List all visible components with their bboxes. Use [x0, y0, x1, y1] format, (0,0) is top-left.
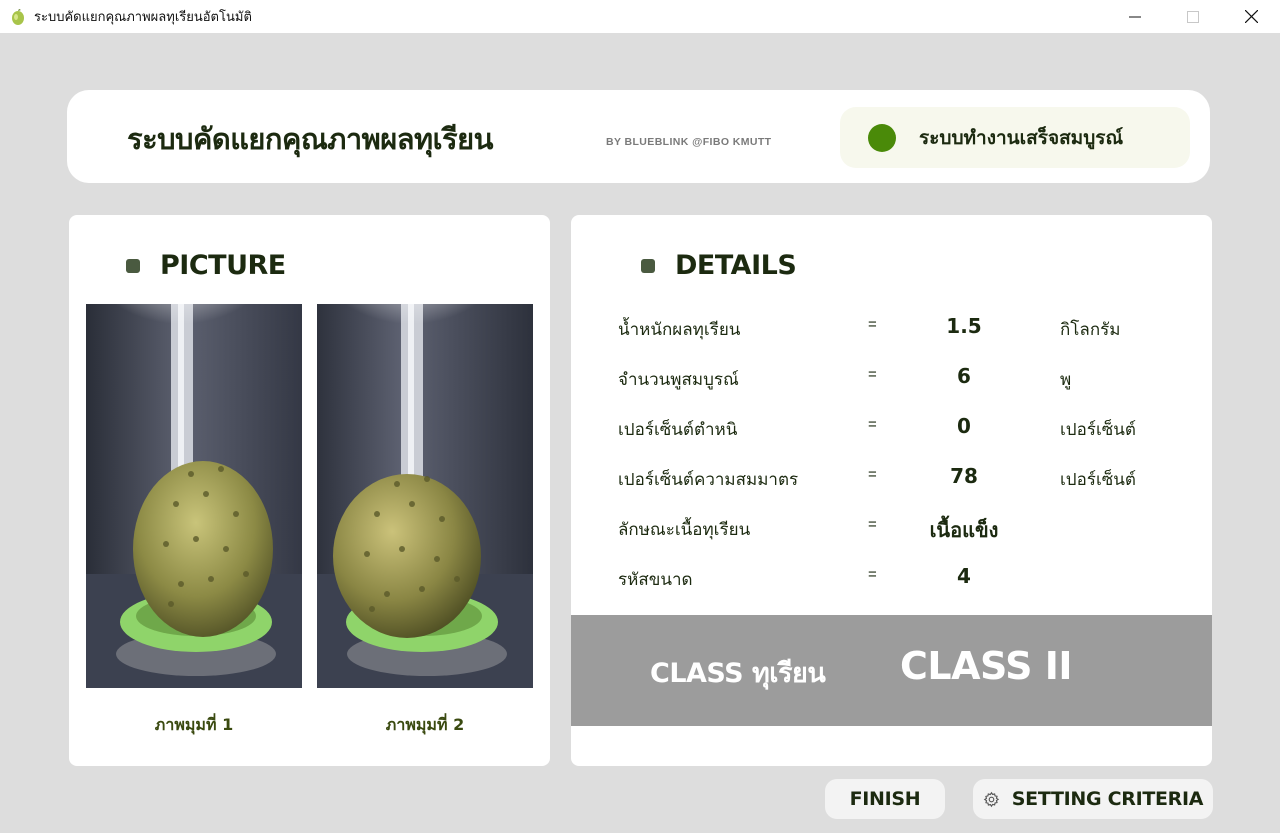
detail-equals: = [868, 566, 877, 583]
close-icon [1244, 10, 1258, 23]
close-button[interactable] [1222, 0, 1280, 33]
picture-title: PICTURE [160, 250, 286, 281]
picture-heading: PICTURE [126, 250, 286, 281]
minimize-button[interactable] [1106, 0, 1164, 33]
detail-label: จำนวนพูสมบูรณ์ [618, 370, 739, 390]
header-card: ระบบคัดแยกคุณภาพผลทุเรียน BY BLUEBLINK @… [67, 90, 1210, 183]
maximize-button[interactable] [1164, 0, 1222, 33]
finish-button-label: FINISH [849, 788, 921, 810]
detail-label: รหัสขนาด [618, 570, 693, 590]
class-result-bar: CLASS ทุเรียน CLASS II [571, 615, 1212, 726]
detail-value: 78 [950, 464, 978, 488]
detail-value: 0 [957, 414, 971, 438]
window-titlebar: ระบบคัดแยกคุณภาพผลทุเรียนอัตโนมัติ [0, 0, 1280, 33]
details-title: DETAILS [675, 250, 797, 281]
byline: BY BLUEBLINK @FIBO KMUTT [606, 136, 772, 148]
status-indicator: ระบบทำงานเสร็จสมบูรณ์ [840, 107, 1190, 168]
setting-criteria-button[interactable]: SETTING CRITERIA [973, 779, 1213, 819]
durian-photo-2 [317, 304, 533, 688]
minimize-icon [1129, 16, 1141, 17]
detail-value: 4 [957, 564, 971, 588]
section-bullet-icon [641, 258, 655, 273]
detail-equals: = [868, 366, 877, 383]
detail-row-defect: เปอร์เซ็นต์ตำหนิ = 0 เปอร์เซ็นต์ [571, 414, 1212, 444]
detail-equals: = [868, 316, 877, 333]
detail-unit: พู [1060, 370, 1072, 390]
durian-photo-1 [86, 304, 302, 688]
detail-equals: = [868, 416, 877, 433]
detail-unit: เปอร์เซ็นต์ [1060, 420, 1136, 440]
durian-app-icon [12, 8, 24, 25]
detail-value: 1.5 [946, 314, 982, 338]
status-text: ระบบทำงานเสร็จสมบูรณ์ [919, 126, 1124, 149]
detail-row-segments: จำนวนพูสมบูรณ์ = 6 พู [571, 364, 1212, 394]
class-label: CLASS ทุเรียน [650, 658, 826, 689]
setting-criteria-label: SETTING CRITERIA [1011, 788, 1204, 810]
detail-equals: = [868, 466, 877, 483]
detail-label: น้ำหนักผลทุเรียน [618, 320, 741, 340]
detail-label: เปอร์เซ็นต์ความสมมาตร [618, 470, 799, 490]
picture-panel: PICTURE ภาพมุมที่ 1 ภาพมุมที่ 2 [69, 215, 550, 766]
detail-row-size-code: รหัสขนาด = 4 [571, 564, 1212, 594]
detail-equals: = [868, 516, 877, 533]
details-panel: DETAILS น้ำหนักผลทุเรียน = 1.5 กิโลกรัม … [571, 215, 1212, 766]
class-value: CLASS II [900, 644, 1073, 688]
detail-value: เนื้อแข็ง [929, 518, 999, 542]
detail-value: 6 [957, 364, 971, 388]
section-bullet-icon [126, 258, 140, 273]
photo-caption-1: ภาพมุมที่ 1 [154, 715, 234, 734]
detail-row-weight: น้ำหนักผลทุเรียน = 1.5 กิโลกรัม [571, 314, 1212, 344]
detail-row-texture: ลักษณะเนื้อทุเรียน = เนื้อแข็ง [571, 514, 1212, 544]
finish-button[interactable]: FINISH [825, 779, 945, 819]
status-dot [868, 123, 896, 152]
gear-icon [983, 791, 1000, 808]
detail-unit: กิโลกรัม [1060, 320, 1121, 340]
page-title: ระบบคัดแยกคุณภาพผลทุเรียน [127, 122, 493, 156]
detail-label: ลักษณะเนื้อทุเรียน [618, 520, 751, 540]
detail-label: เปอร์เซ็นต์ตำหนิ [618, 420, 738, 440]
detail-unit: เปอร์เซ็นต์ [1060, 470, 1136, 490]
maximize-icon [1187, 10, 1199, 23]
window-title: ระบบคัดแยกคุณภาพผลทุเรียนอัตโนมัติ [34, 10, 252, 25]
details-heading: DETAILS [641, 250, 797, 281]
detail-row-symmetry: เปอร์เซ็นต์ความสมมาตร = 78 เปอร์เซ็นต์ [571, 464, 1212, 494]
photo-caption-2: ภาพมุมที่ 2 [385, 715, 465, 734]
